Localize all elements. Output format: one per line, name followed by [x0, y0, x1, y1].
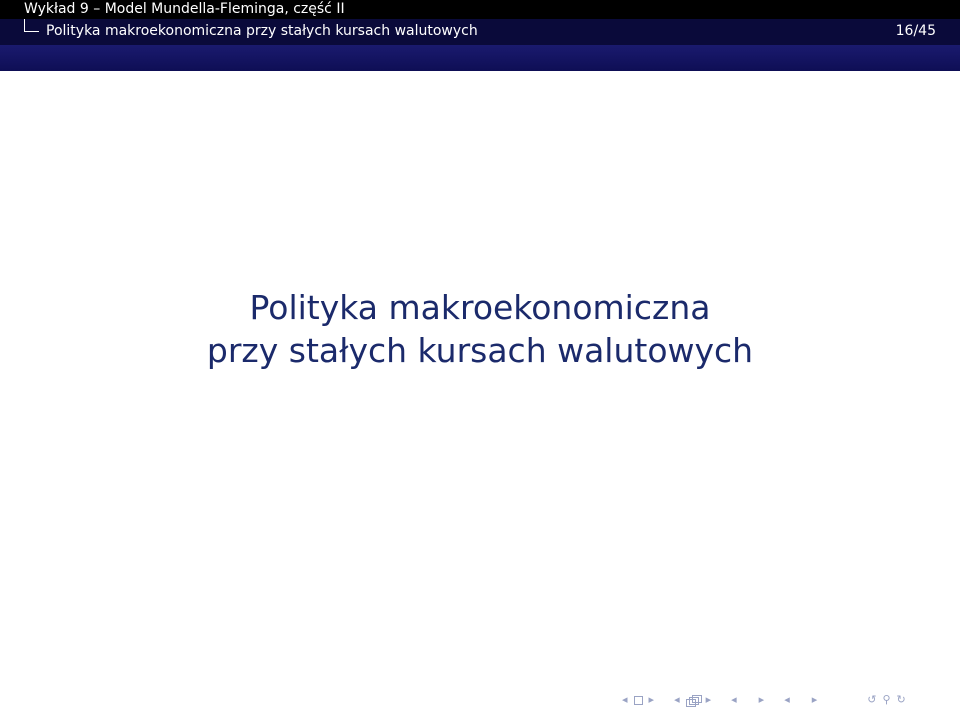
header-band: [0, 45, 960, 71]
tree-branch-icon: [24, 19, 39, 32]
prev-slide-arrow-icon[interactable]: ◂: [622, 694, 628, 706]
next-subsection-arrow-icon[interactable]: ▸: [759, 694, 765, 706]
slide-title: Polityka makroekonomiczna przy stałych k…: [0, 286, 960, 372]
slide-box-icon[interactable]: [633, 695, 643, 705]
next-section-arrow-icon[interactable]: ▸: [812, 694, 818, 706]
prev-subsection-arrow-icon[interactable]: ◂: [731, 694, 737, 706]
section-icon[interactable]: [796, 695, 806, 705]
search-icon[interactable]: ⚲: [882, 694, 890, 706]
undo-icon[interactable]: ↺: [867, 694, 876, 706]
presentation-title-bar: Wykład 9 – Model Mundella-Fleminga, częś…: [0, 0, 960, 19]
subsection-icon[interactable]: [743, 695, 753, 705]
presentation-title: Wykład 9 – Model Mundella-Fleminga, częś…: [24, 1, 345, 17]
slide-title-line-1: Polityka makroekonomiczna: [249, 288, 711, 327]
section-bar: Polityka makroekonomiczna przy stałych k…: [0, 19, 960, 45]
section-title: Polityka makroekonomiczna przy stałych k…: [46, 23, 478, 39]
slide-title-line-2: przy stałych kursach walutowych: [206, 331, 754, 370]
prev-section-arrow-icon[interactable]: ◂: [784, 694, 790, 706]
page-counter: 16/45: [895, 23, 936, 39]
frames-icon[interactable]: [685, 695, 702, 707]
next-frame-arrow-icon[interactable]: ▸: [706, 694, 712, 706]
next-slide-arrow-icon[interactable]: ▸: [649, 694, 655, 706]
align-icon[interactable]: [837, 695, 847, 705]
navigation-bar: ◂ ▸ ◂ ▸ ◂ ▸ ◂ ▸ ↺ ⚲ ↻: [622, 690, 906, 710]
prev-frame-arrow-icon[interactable]: ◂: [674, 694, 680, 706]
search-back-icon[interactable]: ↻: [897, 694, 906, 706]
